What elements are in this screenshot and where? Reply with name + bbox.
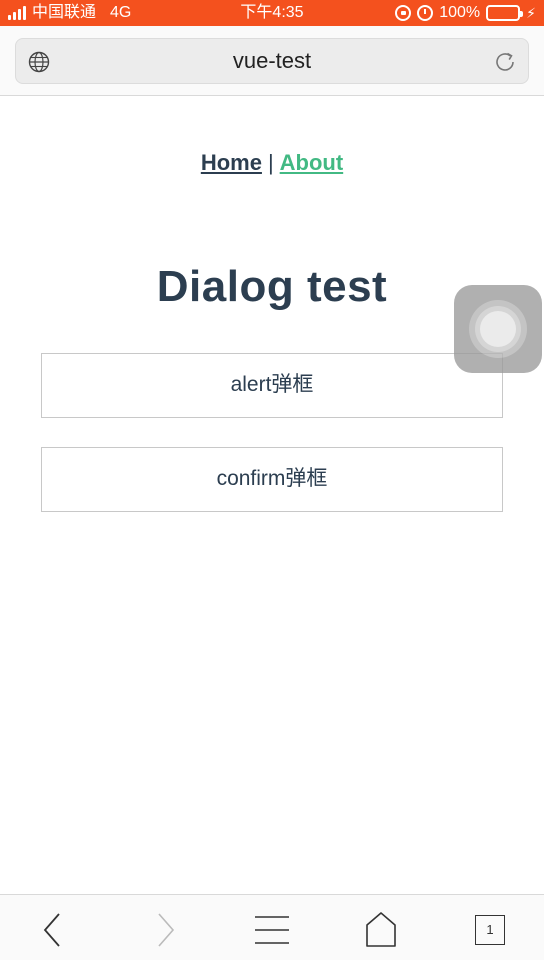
alarm-icon	[417, 5, 434, 21]
browser-toolbar: 1	[0, 894, 544, 960]
network-label: 4G	[110, 4, 132, 21]
status-right: 100% ⚡	[395, 0, 536, 26]
charging-icon: ⚡	[526, 5, 536, 21]
assistive-ring-inner	[480, 311, 516, 347]
tabs-button[interactable]: 1	[454, 895, 524, 961]
nav-about-link[interactable]: About	[280, 150, 344, 175]
confirm-dialog-button[interactable]: confirm弹框	[41, 447, 503, 512]
assistive-touch-button[interactable]	[454, 285, 542, 373]
home-button[interactable]	[346, 895, 416, 961]
menu-icon	[255, 916, 289, 944]
menu-button[interactable]	[237, 895, 307, 961]
back-icon	[43, 913, 60, 947]
reload-icon[interactable]	[492, 49, 518, 75]
nav-home-link[interactable]: Home	[201, 150, 262, 175]
alert-dialog-button[interactable]: alert弹框	[41, 353, 503, 418]
browser-header: vue-test	[0, 26, 544, 96]
rotation-lock-icon	[395, 5, 412, 21]
url-title[interactable]: vue-test	[16, 39, 528, 83]
forward-icon	[158, 913, 175, 947]
top-nav: Home | About	[0, 150, 544, 176]
status-left: 中国联通 4G	[8, 0, 131, 26]
signal-icon	[8, 6, 26, 20]
forward-button[interactable]	[130, 895, 200, 961]
address-bar[interactable]: vue-test	[15, 38, 529, 84]
tabs-icon: 1	[475, 915, 505, 945]
home-icon	[366, 912, 396, 947]
battery-percent: 100%	[439, 4, 481, 21]
battery-icon	[486, 5, 524, 21]
status-bar: 中国联通 4G 下午4:35 100% ⚡	[0, 0, 544, 26]
back-button[interactable]	[18, 895, 88, 961]
nav-separator: |	[267, 150, 274, 175]
carrier-label: 中国联通	[32, 4, 97, 21]
